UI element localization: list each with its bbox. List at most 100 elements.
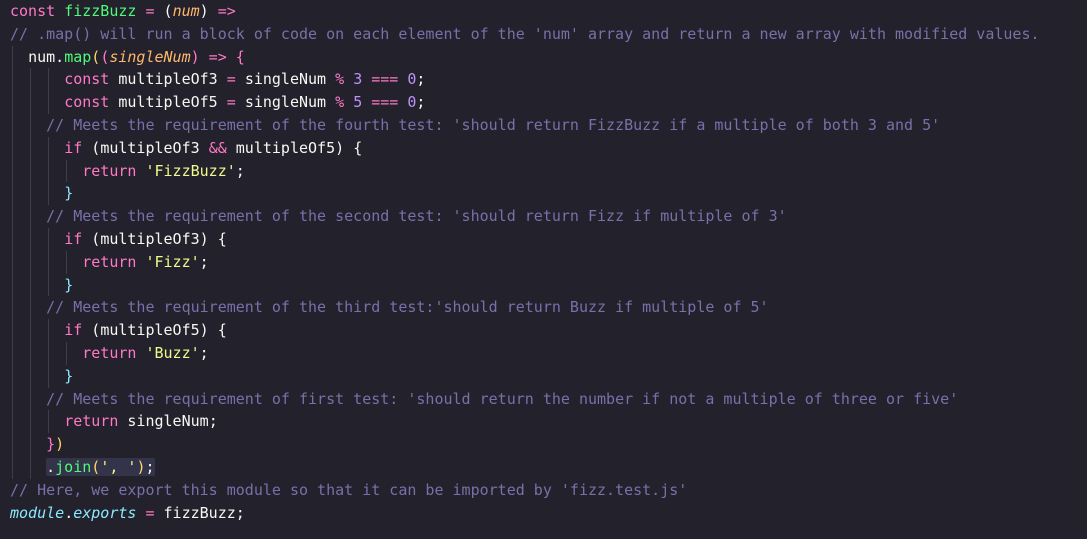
code-line[interactable]: if (multipleOf3) { bbox=[10, 227, 1087, 251]
code-line-content: // .map() will run a block of code on ea… bbox=[10, 25, 1040, 43]
code-token: 'FizzBuzz' bbox=[145, 161, 236, 180]
code-line-content: }) bbox=[10, 435, 64, 453]
code-line[interactable]: }) bbox=[10, 433, 1087, 456]
code-line-content: if (multipleOf3 && multipleOf5) { bbox=[10, 139, 362, 157]
code-token: num bbox=[28, 47, 56, 66]
code-token: = bbox=[136, 2, 164, 20]
code-token: map bbox=[64, 47, 92, 66]
code-token: = bbox=[217, 93, 245, 112]
code-token: ) bbox=[199, 229, 218, 248]
code-line[interactable]: const fizzBuzz = (num) => bbox=[10, 0, 1087, 23]
code-token: // .map() will run a block of code on ea… bbox=[10, 24, 1040, 43]
code-line[interactable]: } bbox=[10, 273, 1087, 297]
code-line[interactable]: // Meets the requirement of the second t… bbox=[10, 205, 1087, 228]
code-line[interactable]: // Meets the requirement of the third te… bbox=[10, 296, 1087, 320]
code-line[interactable]: return 'Fizz'; bbox=[10, 250, 1087, 274]
code-line-content: return singleNum; bbox=[10, 412, 218, 430]
code-token: return bbox=[64, 412, 128, 431]
code-line[interactable]: module.exports = fizzBuzz; bbox=[10, 502, 1087, 525]
code-line-content: } bbox=[10, 367, 73, 385]
code-line[interactable]: // Here, we export this module so that i… bbox=[10, 479, 1087, 502]
code-token: { bbox=[235, 47, 245, 66]
code-token: % bbox=[335, 70, 354, 89]
code-line[interactable]: const multipleOf5 = singleNum % 5 === 0; bbox=[10, 91, 1087, 114]
code-token: { bbox=[217, 229, 227, 248]
code-line-content: num.map((singleNum) => { bbox=[10, 48, 245, 66]
code-token: const bbox=[64, 70, 119, 89]
code-token: // Meets the requirement of the third te… bbox=[46, 298, 769, 317]
code-token: multipleOf3 bbox=[100, 138, 209, 157]
code-token: multipleOf3 bbox=[100, 229, 200, 248]
code-line[interactable]: // Meets the requirement of the fourth t… bbox=[10, 113, 1087, 137]
code-token: join bbox=[55, 457, 92, 476]
code-token: multipleOf3 bbox=[118, 70, 218, 89]
code-token: // Here, we export this module so that i… bbox=[10, 480, 688, 499]
code-token: === bbox=[362, 70, 408, 89]
code-token: // Meets the requirement of first test: … bbox=[46, 389, 959, 408]
code-token: num bbox=[172, 2, 200, 20]
code-token: ; bbox=[235, 161, 245, 180]
code-token: { bbox=[353, 138, 363, 157]
code-line[interactable]: } bbox=[10, 182, 1087, 206]
code-token: . bbox=[46, 457, 56, 476]
code-token: ; bbox=[199, 343, 209, 362]
code-token: ; bbox=[145, 457, 155, 476]
code-line[interactable]: const multipleOf3 = singleNum % 3 === 0; bbox=[10, 68, 1087, 92]
code-line[interactable]: // Meets the requirement of first test: … bbox=[10, 387, 1087, 411]
code-token: ( bbox=[91, 138, 101, 157]
code-line[interactable]: if (multipleOf5) { bbox=[10, 319, 1087, 342]
code-line[interactable]: .join(', '); bbox=[10, 455, 1087, 479]
code-line[interactable]: return 'FizzBuzz'; bbox=[10, 159, 1087, 183]
code-token: = bbox=[217, 70, 245, 89]
code-line[interactable]: num.map((singleNum) => { bbox=[10, 45, 1087, 69]
code-token: ) bbox=[335, 138, 354, 157]
code-line-content: // Meets the requirement of the third te… bbox=[10, 298, 769, 317]
code-line-content: // Meets the requirement of the fourth t… bbox=[10, 116, 940, 134]
code-token: ) bbox=[199, 321, 218, 340]
code-token: exports bbox=[73, 503, 137, 522]
code-line-content: .join(', '); bbox=[10, 457, 155, 476]
code-token: 'Buzz' bbox=[145, 343, 200, 362]
code-token: multipleOf5 bbox=[118, 93, 218, 112]
code-token: // Meets the requirement of the second t… bbox=[46, 207, 787, 226]
code-line[interactable]: if (multipleOf3 && multipleOf5) { bbox=[10, 136, 1087, 160]
code-line-content: const multipleOf5 = singleNum % 5 === 0; bbox=[10, 93, 425, 111]
code-token: 'Fizz' bbox=[145, 252, 200, 271]
code-token: return bbox=[82, 252, 146, 271]
code-token: ( bbox=[91, 229, 101, 248]
code-line-content: return 'FizzBuzz'; bbox=[10, 162, 245, 180]
code-editor[interactable]: const fizzBuzz = (num) => // .map() will … bbox=[0, 0, 1087, 539]
code-token: ( bbox=[163, 2, 173, 20]
code-token: ( bbox=[91, 321, 101, 340]
code-token: } bbox=[64, 184, 74, 203]
code-line[interactable]: // .map() will run a block of code on ea… bbox=[10, 23, 1087, 46]
code-line-content: return 'Buzz'; bbox=[10, 343, 209, 362]
code-token: ) bbox=[190, 47, 200, 66]
code-line[interactable]: return singleNum; bbox=[10, 410, 1087, 434]
code-token: ) bbox=[199, 2, 218, 20]
code-token: singleNum bbox=[244, 93, 336, 112]
code-token: ; bbox=[416, 93, 426, 112]
code-token: ( bbox=[91, 47, 101, 66]
code-token: ', ' bbox=[100, 457, 137, 476]
code-line[interactable]: return 'Buzz'; bbox=[10, 341, 1087, 365]
code-token: return bbox=[82, 343, 146, 362]
code-line-content: // Meets the requirement of the second t… bbox=[10, 207, 787, 225]
code-token: { bbox=[217, 321, 227, 340]
code-line-content: module.exports = fizzBuzz; bbox=[10, 504, 245, 522]
code-token: % bbox=[335, 93, 354, 112]
code-token: return bbox=[82, 161, 146, 180]
code-token: multipleOf5 bbox=[100, 321, 200, 340]
code-token: . bbox=[64, 503, 74, 522]
code-token: // Meets the requirement of the fourth t… bbox=[46, 115, 941, 134]
code-token: => bbox=[199, 47, 236, 66]
code-token: if bbox=[64, 321, 92, 340]
code-line[interactable]: } bbox=[10, 364, 1087, 388]
code-line-content: if (multipleOf5) { bbox=[10, 321, 227, 339]
code-line-content: const fizzBuzz = (num) => bbox=[10, 2, 236, 20]
code-token: const bbox=[10, 2, 65, 20]
code-token: } bbox=[46, 435, 56, 454]
code-line-content: if (multipleOf3) { bbox=[10, 230, 227, 248]
code-token: singleNum bbox=[127, 412, 209, 431]
code-token: && bbox=[208, 138, 236, 157]
